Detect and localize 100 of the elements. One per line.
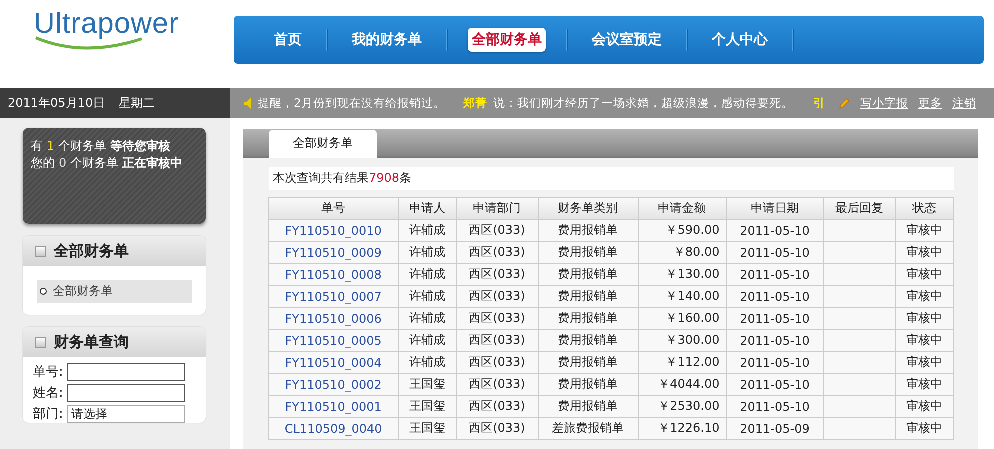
sidebar-item[interactable]: 全部财务单	[37, 280, 192, 303]
table-cell: 王国玺	[398, 396, 456, 418]
table-cell: 审核中	[896, 308, 954, 330]
input-field[interactable]	[67, 384, 186, 402]
table-cell: 许辅成	[398, 242, 456, 264]
table-cell: ￥130.00	[638, 264, 726, 286]
table-cell: ￥160.00	[638, 308, 726, 330]
table-cell: 费用报销单	[538, 264, 638, 286]
field-label: 姓名:	[33, 385, 64, 402]
table-cell: ￥80.00	[638, 242, 726, 264]
summary-text: 您的	[31, 155, 55, 172]
table-cell: 2011-05-09	[726, 418, 824, 440]
section-title: 全部财务单	[54, 242, 129, 260]
table-cell: 审核中	[896, 374, 954, 396]
table-cell: 2011-05-10	[726, 374, 824, 396]
table-cell: 西区(033)	[456, 286, 538, 308]
date-text: 2011年05月10日	[8, 94, 106, 112]
table-cell: 费用报销单	[538, 374, 638, 396]
table-cell: 许辅成	[398, 220, 456, 242]
table-cell: 审核中	[896, 242, 954, 264]
pencil-icon	[839, 98, 850, 108]
section-title: 财务单查询	[54, 332, 129, 352]
column-header: 申请金额	[638, 198, 726, 220]
column-header: 最后回复	[824, 198, 896, 220]
table-cell: ￥112.00	[638, 352, 726, 374]
table-cell: 王国玺	[398, 418, 456, 440]
message-text: 说：我们刚才经历了一场求婚，超级浪漫，感动得要死。	[493, 96, 794, 110]
result-text: 本次查询共有结果	[273, 171, 369, 185]
summary-text: 有	[31, 138, 43, 155]
table-cell: 西区(033)	[456, 330, 538, 352]
table-cell: ￥300.00	[638, 330, 726, 352]
table-cell: 西区(033)	[456, 418, 538, 440]
table-cell: 2011-05-10	[726, 220, 824, 242]
content-tab[interactable]: 全部财务单	[269, 130, 377, 158]
table-cell: 费用报销单	[538, 352, 638, 374]
table-cell: 西区(033)	[456, 374, 538, 396]
summary-status: 正在审核中	[122, 155, 183, 172]
table-cell: 许辅成	[398, 330, 456, 352]
table-cell: 西区(033)	[456, 264, 538, 286]
table-cell: 2011-05-10	[726, 308, 824, 330]
logo-text: Ultrapower	[34, 8, 180, 40]
nav-tab[interactable]: 个人中心	[708, 28, 772, 52]
nav-tab[interactable]: 我的财务单	[348, 28, 426, 52]
column-header: 财务单类别	[538, 198, 638, 220]
table-cell: ￥2530.00	[638, 396, 726, 418]
summary-status: 等待您审核	[110, 138, 171, 155]
column-header: 申请部门	[456, 198, 538, 220]
nav-tab[interactable]: 会议室预定	[588, 28, 666, 52]
result-text: 条	[400, 171, 412, 185]
table-cell: 2011-05-10	[726, 242, 824, 264]
table-cell: 费用报销单	[538, 330, 638, 352]
column-header: 状态	[896, 198, 954, 220]
select-field[interactable]: 请选择	[67, 405, 186, 423]
table-cell: ￥1226.10	[638, 418, 726, 440]
table-cell: 2011-05-10	[726, 352, 824, 374]
table-cell: 费用报销单	[538, 286, 638, 308]
table-cell: 西区(033)	[456, 396, 538, 418]
table-cell: 审核中	[896, 286, 954, 308]
table-cell: 审核中	[896, 220, 954, 242]
collapse-icon[interactable]	[35, 246, 46, 256]
input-field[interactable]	[67, 363, 186, 381]
sidebar-item-label: 全部财务单	[53, 283, 113, 300]
table-cell: 西区(033)	[456, 308, 538, 330]
speaker-icon	[244, 98, 252, 108]
column-header: 单号	[268, 198, 399, 220]
weekday-text: 星期二	[119, 94, 156, 112]
column-header: 申请人	[398, 198, 456, 220]
table-cell: ￥140.00	[638, 286, 726, 308]
field-label: 单号:	[33, 364, 64, 381]
summary-count: 0	[59, 155, 67, 172]
table-cell: 王国玺	[398, 374, 456, 396]
summary-text: 个财务单	[58, 138, 107, 155]
reminder-text: 提醒，2月份到现在没有给报销过。	[258, 96, 446, 110]
marker-text: 引	[813, 96, 826, 110]
table-cell: 审核中	[896, 330, 954, 352]
table-cell: 审核中	[896, 396, 954, 418]
collapse-icon[interactable]	[35, 336, 46, 348]
table-cell: 审核中	[896, 264, 954, 286]
table-cell: 许辅成	[398, 264, 456, 286]
table-cell: 2011-05-10	[726, 264, 824, 286]
table-cell: 差旅费报销单	[538, 418, 638, 440]
table-cell: 许辅成	[398, 286, 456, 308]
bullet-icon	[40, 288, 47, 295]
table-cell: 2011-05-10	[726, 286, 824, 308]
table-cell: 许辅成	[398, 352, 456, 374]
table-cell: 审核中	[896, 352, 954, 374]
table-cell: 费用报销单	[538, 396, 638, 418]
summary-text: 个财务单	[70, 155, 119, 172]
table-cell: ￥590.00	[638, 220, 726, 242]
table-cell: 2011-05-10	[726, 330, 824, 352]
table-cell: 西区(033)	[456, 220, 538, 242]
table-cell: 2011-05-10	[726, 396, 824, 418]
nav-tab[interactable]: 全部财务单	[468, 28, 546, 52]
table-cell: 费用报销单	[538, 242, 638, 264]
table-cell: 费用报销单	[538, 220, 638, 242]
result-count: 7908	[369, 171, 400, 185]
table-cell: 西区(033)	[456, 242, 538, 264]
table-cell: 费用报销单	[538, 308, 638, 330]
nav-tab[interactable]: 首页	[270, 28, 306, 52]
field-label: 部门:	[33, 406, 64, 423]
